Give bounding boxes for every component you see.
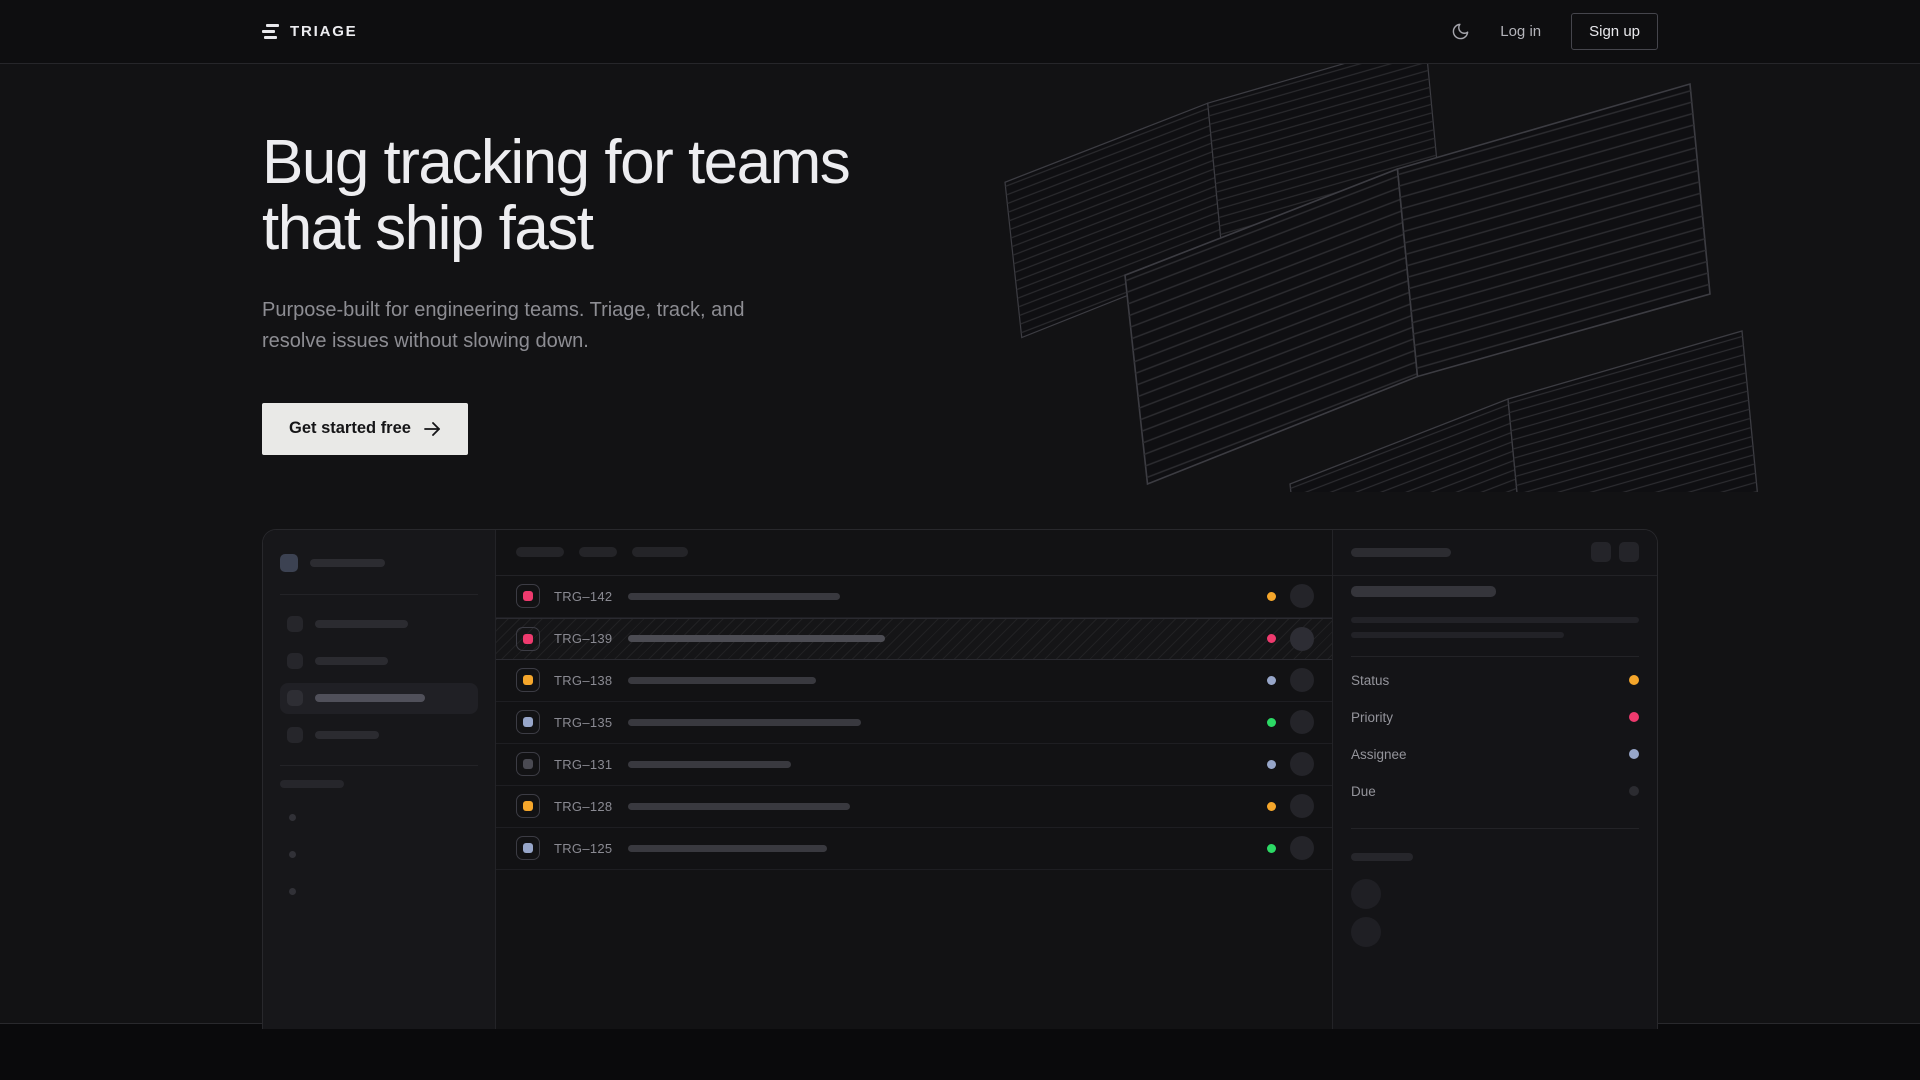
- detail-section-label-skeleton: [1351, 853, 1413, 861]
- issue-id: TRG–138: [554, 673, 614, 688]
- issue-id: TRG–128: [554, 799, 614, 814]
- issue-row: TRG–125: [496, 828, 1332, 870]
- status-dot: [1267, 760, 1276, 769]
- status-dot: [1267, 802, 1276, 811]
- avatar: [1290, 627, 1314, 651]
- issue-title-skeleton: [628, 635, 885, 642]
- detail-fields: Status Priority Assignee Due: [1351, 662, 1639, 810]
- issue-id: TRG–139: [554, 631, 614, 646]
- issue-type-icon: [516, 794, 540, 818]
- field-label: Priority: [1351, 710, 1393, 725]
- status-dot: [1267, 592, 1276, 601]
- issue-type-icon: [516, 836, 540, 860]
- sidebar-item: [280, 646, 478, 677]
- logo-bars-icon: [262, 24, 279, 39]
- issue-row: TRG–131: [496, 744, 1332, 786]
- field-value-dot: [1629, 786, 1639, 796]
- detail-text-skeleton: [1351, 632, 1564, 638]
- status-dot: [1267, 718, 1276, 727]
- theme-toggle-button[interactable]: [1451, 22, 1470, 41]
- avatar: [1290, 794, 1314, 818]
- product-mockup: TRG–142 TRG–139 TRG–138 TRG–135 TRG–131 TRG–1…: [262, 529, 1658, 1029]
- issue-type-icon: [516, 627, 540, 651]
- issue-title-skeleton: [628, 803, 850, 810]
- detail-field: Due: [1351, 773, 1639, 810]
- issue-list-rows: TRG–142 TRG–139 TRG–138 TRG–135 TRG–131 TRG–1…: [496, 576, 1332, 870]
- workspace-switcher-skeleton: [280, 554, 478, 572]
- list-toolbar-skeleton: [496, 530, 1332, 576]
- footer-strip: [0, 1023, 1920, 1080]
- avatar: [1290, 836, 1314, 860]
- issue-title-skeleton: [628, 677, 816, 684]
- field-label: Due: [1351, 784, 1376, 799]
- issue-type-icon: [516, 752, 540, 776]
- issue-row: TRG–142: [496, 576, 1332, 618]
- detail-field: Assignee: [1351, 736, 1639, 773]
- detail-title-skeleton: [1351, 586, 1496, 597]
- arrow-right-icon: [424, 422, 441, 436]
- detail-field: Status: [1351, 662, 1639, 699]
- issue-title-skeleton: [628, 845, 827, 852]
- hero-title: Bug tracking for teamsthat ship fast: [262, 130, 1658, 263]
- mockup-issue-list: TRG–142 TRG–139 TRG–138 TRG–135 TRG–131 TRG–1…: [496, 530, 1333, 1029]
- field-label: Status: [1351, 673, 1389, 688]
- detail-header-skeleton: [1333, 530, 1657, 576]
- sidebar-item-active: [280, 683, 478, 714]
- avatar: [1351, 879, 1381, 909]
- get-started-button[interactable]: Get started free: [262, 403, 468, 455]
- sidebar-item: [280, 609, 478, 640]
- sidebar-item: [280, 720, 478, 751]
- mockup-sidebar: [263, 530, 496, 1029]
- top-nav: TRIAGE Log in Sign up: [0, 0, 1920, 64]
- status-dot: [1267, 676, 1276, 685]
- issue-id: TRG–125: [554, 841, 614, 856]
- sidebar-dots: [289, 814, 478, 895]
- avatar: [1290, 584, 1314, 608]
- field-value-dot: [1629, 675, 1639, 685]
- avatar: [1351, 917, 1381, 947]
- sign-up-button[interactable]: Sign up: [1571, 13, 1658, 50]
- issue-row: TRG–138: [496, 660, 1332, 702]
- moon-icon: [1451, 22, 1470, 41]
- status-dot: [1267, 844, 1276, 853]
- issue-row: TRG–135: [496, 702, 1332, 744]
- avatar: [1290, 668, 1314, 692]
- issue-id: TRG–142: [554, 589, 614, 604]
- detail-header-buttons: [1591, 542, 1639, 562]
- status-dot: [1267, 634, 1276, 643]
- issue-row: TRG–139: [496, 618, 1332, 660]
- mockup-detail-panel: Status Priority Assignee Due: [1333, 530, 1657, 1029]
- detail-text-skeleton: [1351, 617, 1639, 623]
- log-in-link[interactable]: Log in: [1500, 23, 1541, 40]
- issue-row: TRG–128: [496, 786, 1332, 828]
- issue-title-skeleton: [628, 593, 840, 600]
- issue-type-icon: [516, 584, 540, 608]
- issue-id: TRG–131: [554, 757, 614, 772]
- issue-type-icon: [516, 710, 540, 734]
- detail-field: Priority: [1351, 699, 1639, 736]
- sidebar-nav-skeleton: [280, 609, 478, 751]
- workspace-avatar: [280, 554, 298, 572]
- avatar: [1290, 752, 1314, 776]
- issue-type-icon: [516, 668, 540, 692]
- sidebar-section-label-skeleton: [280, 780, 344, 788]
- field-label: Assignee: [1351, 747, 1407, 762]
- brand-name: TRIAGE: [290, 23, 357, 40]
- avatar: [1290, 710, 1314, 734]
- brand-logo[interactable]: TRIAGE: [262, 23, 357, 40]
- issue-title-skeleton: [628, 761, 791, 768]
- field-value-dot: [1629, 749, 1639, 759]
- field-value-dot: [1629, 712, 1639, 722]
- hero-subtitle: Purpose-built for engineering teams. Tri…: [262, 295, 1658, 357]
- issue-id: TRG–135: [554, 715, 614, 730]
- issue-title-skeleton: [628, 719, 861, 726]
